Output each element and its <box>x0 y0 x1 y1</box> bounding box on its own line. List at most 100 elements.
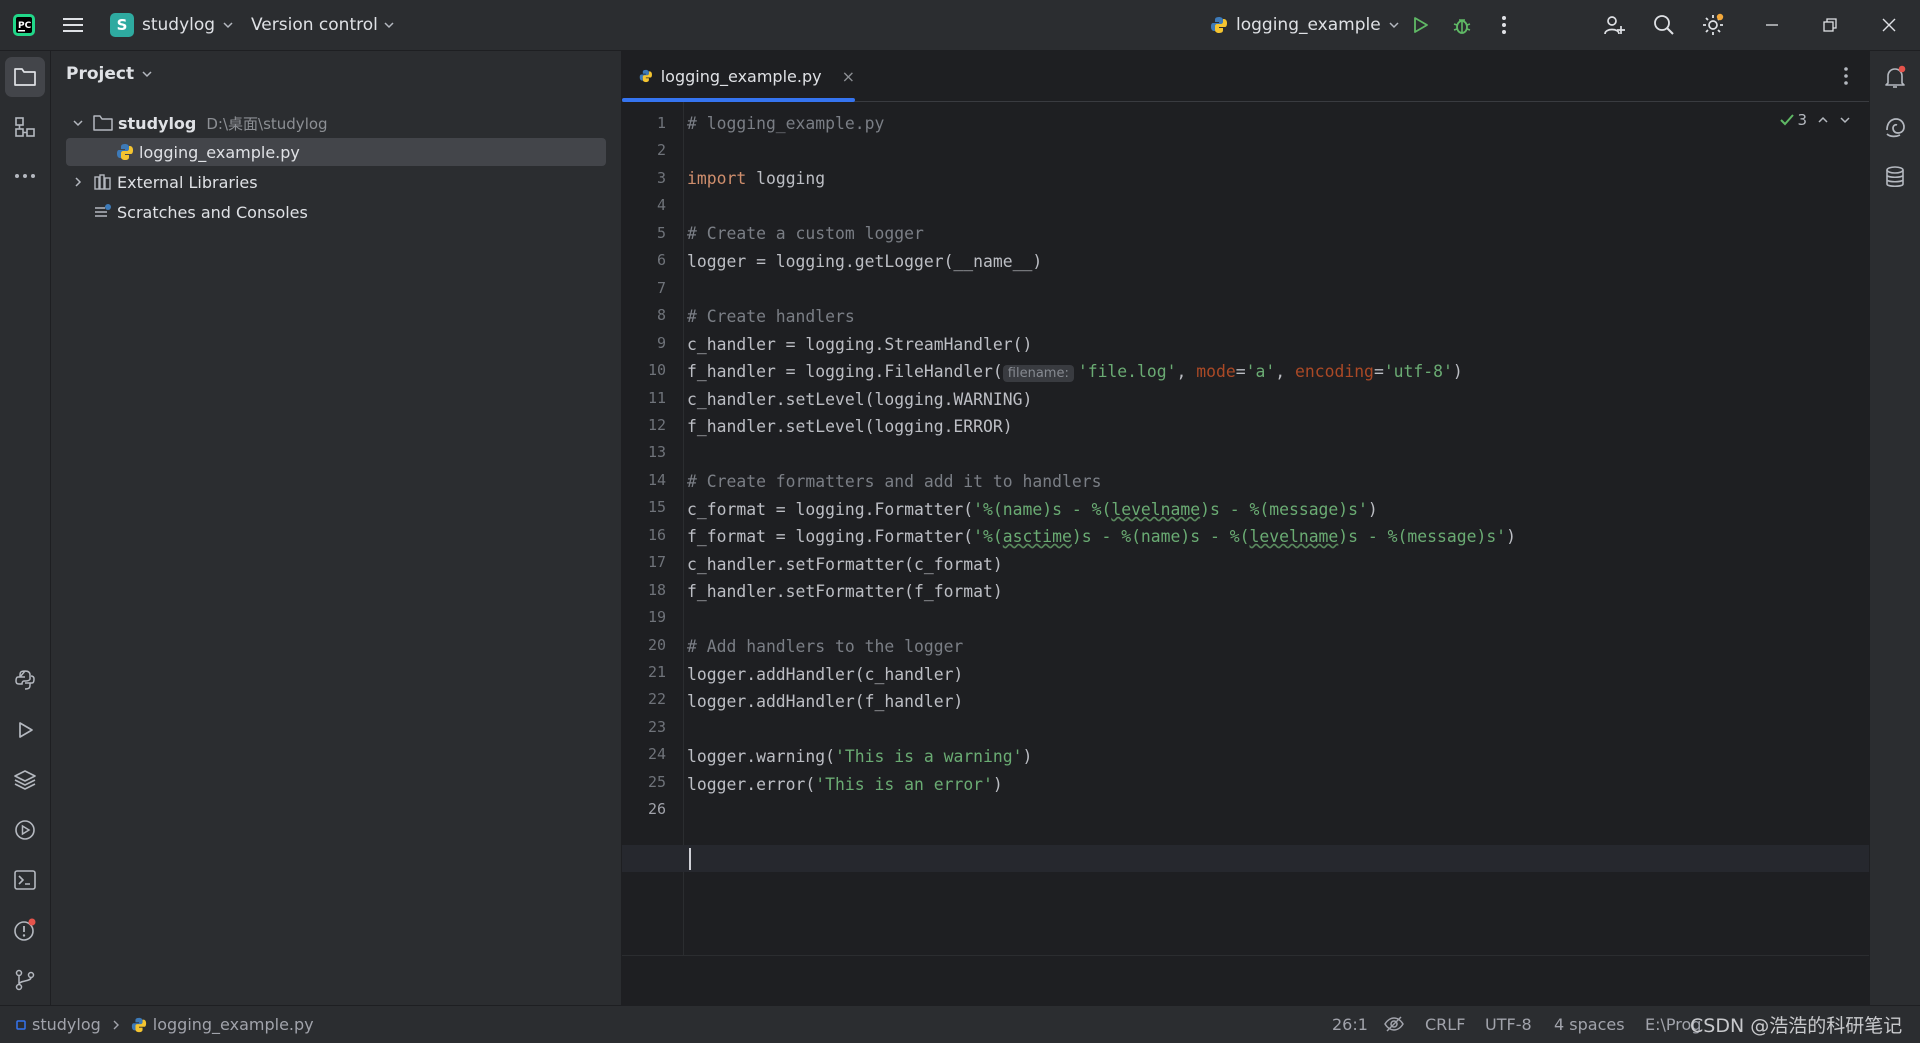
line-number[interactable]: 16 <box>626 522 666 549</box>
text-caret <box>689 848 691 870</box>
code-line-16: f_format = logging.Formatter('%(asctime)… <box>687 527 1516 546</box>
line-number[interactable]: 15 <box>626 494 666 521</box>
chevron-right-icon <box>113 1020 119 1029</box>
structure-tool-button[interactable] <box>5 107 45 147</box>
problems-icon <box>14 918 36 941</box>
run-tool-button[interactable] <box>5 710 45 750</box>
code-line-8: # Create handlers <box>687 307 855 326</box>
line-number[interactable]: 21 <box>626 659 666 686</box>
line-number[interactable]: 10 <box>626 357 666 384</box>
close-icon <box>1882 18 1896 32</box>
line-number[interactable]: 9 <box>626 330 666 357</box>
project-view-selector[interactable]: Project <box>66 64 152 84</box>
chevron-down-icon <box>384 22 394 29</box>
chevron-right-icon[interactable] <box>72 176 84 188</box>
scratches-label: Scratches and Consoles <box>117 202 308 222</box>
code-line-24: logger.warning('This is a warning') <box>687 747 1033 766</box>
caret-position[interactable]: 26:1 <box>1332 1015 1368 1034</box>
git-tool-button[interactable] <box>5 960 45 1000</box>
settings-button[interactable] <box>1701 13 1725 37</box>
line-number[interactable]: 20 <box>626 632 666 659</box>
code-line-25: logger.error('This is an error') <box>687 775 1003 794</box>
ai-assistant-button[interactable] <box>1875 107 1915 147</box>
line-number-gutter[interactable]: 1 2 3 4 5 6 7 8 9 10 11 12 13 14 15 16 17 18 19 20 21 22 23 24 2… <box>622 102 684 955</box>
line-number[interactable]: 3 <box>626 165 666 192</box>
folder-icon <box>14 68 36 86</box>
status-bar: studylog logging_example.py 26:1 CRLF UT… <box>0 1005 1920 1043</box>
line-number[interactable]: 11 <box>626 385 666 412</box>
tree-item-file[interactable]: logging_example.py <box>66 138 606 166</box>
notifications-button[interactable] <box>1875 57 1915 97</box>
inspections-toggle[interactable] <box>1384 1015 1404 1033</box>
line-number[interactable]: 1 <box>626 110 666 137</box>
external-libraries-label: External Libraries <box>117 172 258 192</box>
terminal-tool-button[interactable] <box>5 860 45 900</box>
project-tool-button[interactable] <box>5 57 45 97</box>
line-number[interactable]: 7 <box>626 275 666 302</box>
problems-tool-button[interactable] <box>5 910 45 950</box>
line-number[interactable]: 18 <box>626 577 666 604</box>
project-switcher[interactable]: S studylog <box>110 12 233 38</box>
services-tool-button[interactable] <box>5 810 45 850</box>
editor-tab-bar: logging_example.py × <box>622 51 1869 102</box>
restore-button[interactable] <box>1818 13 1842 37</box>
line-separator[interactable]: CRLF <box>1425 1015 1465 1034</box>
more-tool-windows-button[interactable] <box>5 156 45 196</box>
run-button[interactable] <box>1408 13 1432 37</box>
line-number[interactable]: 2 <box>626 137 666 164</box>
bug-icon <box>1453 19 1471 34</box>
line-number[interactable]: 4 <box>626 192 666 219</box>
gear-icon <box>1703 13 1724 35</box>
layers-tool-button[interactable] <box>5 760 45 800</box>
run-icon <box>19 722 33 738</box>
more-vertical-icon[interactable] <box>1835 65 1857 87</box>
line-number[interactable]: 26 <box>626 796 666 823</box>
line-number[interactable]: 6 <box>626 247 666 274</box>
run-configuration-name: logging_example <box>1236 15 1381 35</box>
line-number[interactable]: 14 <box>626 467 666 494</box>
run-configuration-selector[interactable]: logging_example <box>1210 12 1399 38</box>
database-button[interactable] <box>1875 157 1915 197</box>
more-actions-button[interactable] <box>1492 13 1516 37</box>
git-branch-icon <box>15 969 35 991</box>
tree-item-project-root[interactable]: studylog D:\桌面\studylog <box>66 109 606 137</box>
line-number[interactable]: 13 <box>626 439 666 466</box>
code-line-9: c_handler = logging.StreamHandler() <box>687 335 1033 354</box>
close-window-button[interactable] <box>1877 13 1901 37</box>
restore-icon <box>1823 18 1837 32</box>
services-icon <box>15 820 35 840</box>
code-editor[interactable]: # logging_example.py import logging # Cr… <box>622 102 1869 955</box>
search-everywhere-button[interactable] <box>1652 13 1676 37</box>
line-number[interactable]: 25 <box>626 769 666 796</box>
library-icon <box>94 174 111 190</box>
terminal-icon <box>14 870 36 890</box>
code-with-me-button[interactable] <box>1602 13 1626 37</box>
line-number[interactable]: 12 <box>626 412 666 439</box>
debug-button[interactable] <box>1450 13 1474 37</box>
pycharm-logo-icon[interactable]: PC <box>12 13 36 37</box>
tree-item-scratches[interactable]: Scratches and Consoles <box>66 198 606 226</box>
breadcrumb: studylog logging_example.py <box>16 1015 314 1034</box>
indent-setting[interactable]: 4 spaces <box>1554 1015 1625 1034</box>
line-number[interactable]: 5 <box>626 220 666 247</box>
line-number[interactable]: 23 <box>626 714 666 741</box>
editor-tab[interactable]: logging_example.py × <box>622 51 855 102</box>
main-menu-icon[interactable] <box>62 14 84 36</box>
tree-item-external-libraries[interactable]: External Libraries <box>66 168 606 196</box>
line-number[interactable]: 24 <box>626 741 666 768</box>
breadcrumb-project[interactable]: studylog <box>32 1015 101 1034</box>
tab-close-button[interactable]: × <box>842 67 855 86</box>
version-control-menu[interactable]: Version control <box>251 12 394 38</box>
python-file-icon <box>117 144 133 160</box>
line-number[interactable]: 17 <box>626 549 666 576</box>
line-number[interactable]: 19 <box>626 604 666 631</box>
title-bar: PC S studylog Version control logging_ex… <box>0 0 1920 51</box>
minimize-button[interactable] <box>1760 13 1784 37</box>
breadcrumb-file[interactable]: logging_example.py <box>153 1015 314 1034</box>
python-file-icon <box>1211 17 1227 33</box>
python-packages-button[interactable] <box>5 660 45 700</box>
file-encoding[interactable]: UTF-8 <box>1485 1015 1532 1034</box>
line-number[interactable]: 8 <box>626 302 666 329</box>
chevron-down-icon[interactable] <box>72 117 84 129</box>
line-number[interactable]: 22 <box>626 686 666 713</box>
